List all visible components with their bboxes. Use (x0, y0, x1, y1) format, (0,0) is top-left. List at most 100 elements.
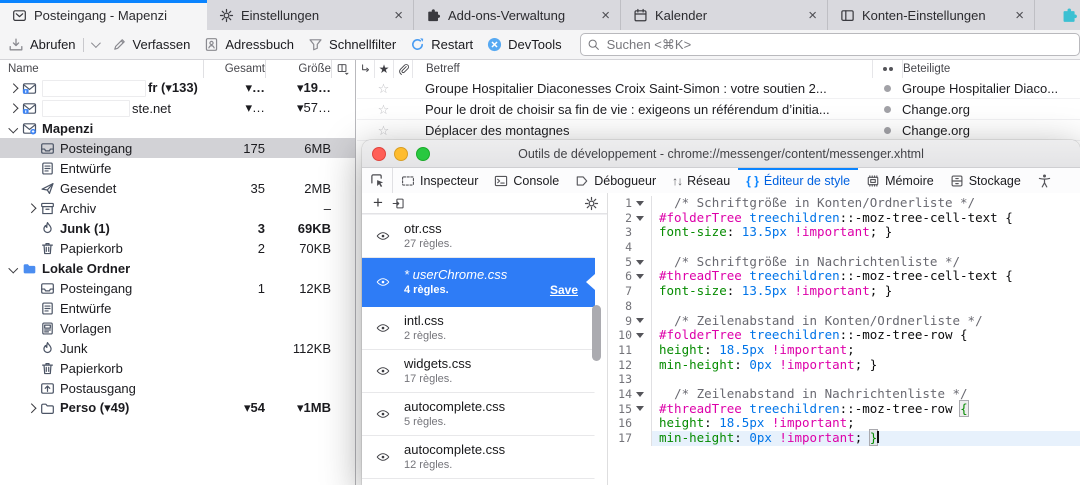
star-toggle-icon[interactable]: ☆ (374, 124, 393, 137)
adressbuch-button[interactable]: Adressbuch (204, 37, 294, 52)
devtools-tab-accessibility[interactable] (1029, 168, 1060, 193)
fold-arrow-icon[interactable] (632, 333, 648, 338)
devtools-tab-d-bogueur[interactable]: Débogueur (567, 168, 664, 193)
folder-row-entw-rfe[interactable]: Entwürfe (0, 158, 355, 178)
code-text[interactable] (652, 299, 1080, 314)
stylesheet-item--userchrome-css[interactable]: * userChrome.css4 règles.Save (362, 258, 595, 307)
devtools-tab-r-seau[interactable]: ↑↓Réseau (664, 168, 738, 193)
code-text[interactable]: min-height: 0px !important; } (652, 431, 1080, 446)
fold-arrow-icon[interactable] (632, 392, 648, 397)
twisty-down-icon[interactable] (6, 125, 20, 132)
import-stylesheet-icon[interactable] (392, 197, 405, 210)
style-editor-options-gear-icon[interactable] (584, 196, 599, 211)
zoom-window-button[interactable] (416, 147, 430, 161)
tab-posteingang-mapenzi[interactable]: Posteingang - Mapenzi (0, 0, 207, 30)
devtools-tab-m-moire[interactable]: Mémoire (858, 168, 942, 193)
code-text[interactable] (652, 372, 1080, 387)
code-text[interactable]: /* Zeilenabstand in Nachrichtenliste */ (652, 387, 1080, 402)
folder-row-papierkorb[interactable]: Papierkorb (0, 358, 355, 378)
tab-konten-einstellungen[interactable]: Konten-Einstellungen× (828, 0, 1035, 30)
folder-row-posteingang[interactable]: Posteingang112KB (0, 278, 355, 298)
code-text[interactable] (652, 240, 1080, 255)
fold-arrow-icon[interactable] (632, 216, 648, 221)
folder-row-fr-133-[interactable]: fr (▾133)▾…▾19… (0, 78, 355, 98)
code-text[interactable]: height: 18.5px !important; (652, 343, 1080, 358)
devtools-tab--diteur-de-style[interactable]: { }Éditeur de style (738, 168, 858, 193)
folder-row-postausgang[interactable]: Postausgang (0, 378, 355, 398)
tab-kalender[interactable]: Kalender× (621, 0, 828, 30)
code-text[interactable]: #folderTree treechildren::-moz-tree-cell… (652, 211, 1080, 226)
twisty-down-icon[interactable] (6, 265, 20, 272)
verfassen-button[interactable]: Verfassen (112, 37, 191, 52)
folder-row-ste-net[interactable]: ste.net▾…▾57… (0, 98, 355, 118)
twisty-right-icon[interactable] (24, 205, 38, 212)
new-stylesheet-button[interactable]: + (373, 194, 383, 211)
folder-row-posteingang[interactable]: Posteingang1756MB (0, 138, 355, 158)
folder-row-junk-1-[interactable]: Junk (1)369KB (0, 218, 355, 238)
fold-arrow-icon[interactable] (632, 406, 648, 411)
stylesheet-item-intl-css[interactable]: intl.css2 règles. (362, 307, 595, 350)
close-window-button[interactable] (372, 147, 386, 161)
restart-button[interactable]: Restart (410, 37, 473, 52)
stylesheet-item-autocomplete-css[interactable]: autocomplete.css5 règles. (362, 393, 595, 436)
visibility-eye-icon[interactable] (362, 321, 404, 335)
devtools-tab-stockage[interactable]: Stockage (942, 168, 1029, 193)
devtools-titlebar[interactable]: Outils de développement - chrome://messe… (362, 140, 1080, 168)
schnellfilter-button[interactable]: Schnellfilter (308, 37, 396, 52)
abrufen-button[interactable]: Abrufen (8, 37, 98, 53)
code-text[interactable]: /* Zeilenabstand in Konten/Ordnerliste *… (652, 314, 1080, 329)
unread-status-dot[interactable] (872, 85, 902, 92)
unread-status-dot[interactable] (872, 127, 902, 134)
message-row[interactable]: ☆Groupe Hospitalier Diaconesses Croix Sa… (357, 78, 1080, 99)
minimize-window-button[interactable] (394, 147, 408, 161)
folder-row-entw-rfe[interactable]: Entwürfe (0, 298, 355, 318)
code-text[interactable]: font-size: 13.5px !important; } (652, 225, 1080, 240)
folder-row-archiv[interactable]: Archiv– (0, 198, 355, 218)
extension-puzzle-icon[interactable] (1061, 0, 1080, 30)
close-tab-icon[interactable]: × (392, 8, 405, 23)
column-header-name[interactable]: Name (0, 60, 203, 78)
code-text[interactable]: #threadTree treechildren::-moz-tree-row … (652, 402, 1080, 417)
fold-arrow-icon[interactable] (632, 260, 648, 265)
visibility-eye-icon[interactable] (362, 364, 404, 378)
folder-row-gesendet[interactable]: Gesendet352MB (0, 178, 355, 198)
star-column-icon[interactable]: ★ (374, 60, 393, 78)
folder-row-vorlagen[interactable]: Vorlagen (0, 318, 355, 338)
folder-row-lokale-ordner[interactable]: Lokale Ordner (0, 258, 355, 278)
column-header-total[interactable]: Gesamt (203, 60, 265, 78)
stylesheet-item-autocomplete-css[interactable]: autocomplete.css12 règles. (362, 436, 595, 479)
column-header-correspondents[interactable]: Beteiligte (902, 60, 1080, 78)
tab-einstellungen[interactable]: Einstellungen× (207, 0, 414, 30)
search-input[interactable] (605, 36, 1073, 53)
code-text[interactable]: font-size: 13.5px !important; } (652, 284, 1080, 299)
close-tab-icon[interactable]: × (1013, 8, 1026, 23)
unread-status-dot[interactable] (872, 106, 902, 113)
message-row[interactable]: ☆Pour le droit de choisir sa fin de vie … (357, 99, 1080, 120)
save-link[interactable]: Save (550, 283, 582, 297)
column-header-size[interactable]: Größe (265, 60, 331, 78)
stylesheet-item-button-css[interactable]: button.css12 règles. (362, 479, 595, 485)
folder-column-picker-icon[interactable] (331, 60, 355, 78)
thread-column-icon[interactable] (357, 60, 374, 78)
folder-row-papierkorb[interactable]: Papierkorb270KB (0, 238, 355, 258)
code-text[interactable]: height: 18.5px !important; (652, 416, 1080, 431)
code-text[interactable]: /* Schriftgröße in Nachrichtenliste */ (652, 255, 1080, 270)
visibility-eye-icon[interactable] (362, 275, 404, 289)
tab-add-ons-verwaltung[interactable]: Add-ons-Verwaltung× (414, 0, 621, 30)
css-source-editor[interactable]: 1 /* Schriftgröße in Konten/Ordnerliste … (608, 193, 1080, 485)
code-text[interactable]: /* Schriftgröße in Konten/Ordnerliste */ (652, 196, 1080, 211)
devtools-tab-console[interactable]: Console (486, 168, 567, 193)
message-row[interactable]: ☆Déplacer des montagnesChange.org (357, 120, 1080, 141)
stylesheet-item-otr-css[interactable]: otr.css27 règles. (362, 215, 595, 258)
devtools-tab-inspecteur[interactable]: Inspecteur (393, 168, 486, 193)
folder-row-junk[interactable]: Junk112KB (0, 338, 355, 358)
devtools-button[interactable]: DevTools (487, 37, 561, 52)
code-text[interactable]: #folderTree treechildren::-moz-tree-row … (652, 328, 1080, 343)
twisty-right-icon[interactable] (24, 405, 38, 412)
code-text[interactable]: #threadTree treechildren::-moz-tree-cell… (652, 269, 1080, 284)
visibility-eye-icon[interactable] (362, 450, 404, 464)
twisty-right-icon[interactable] (6, 105, 20, 112)
column-header-subject[interactable]: Betreff (412, 60, 872, 78)
star-toggle-icon[interactable]: ☆ (374, 82, 393, 95)
stylesheet-item-widgets-css[interactable]: widgets.css17 règles. (362, 350, 595, 393)
